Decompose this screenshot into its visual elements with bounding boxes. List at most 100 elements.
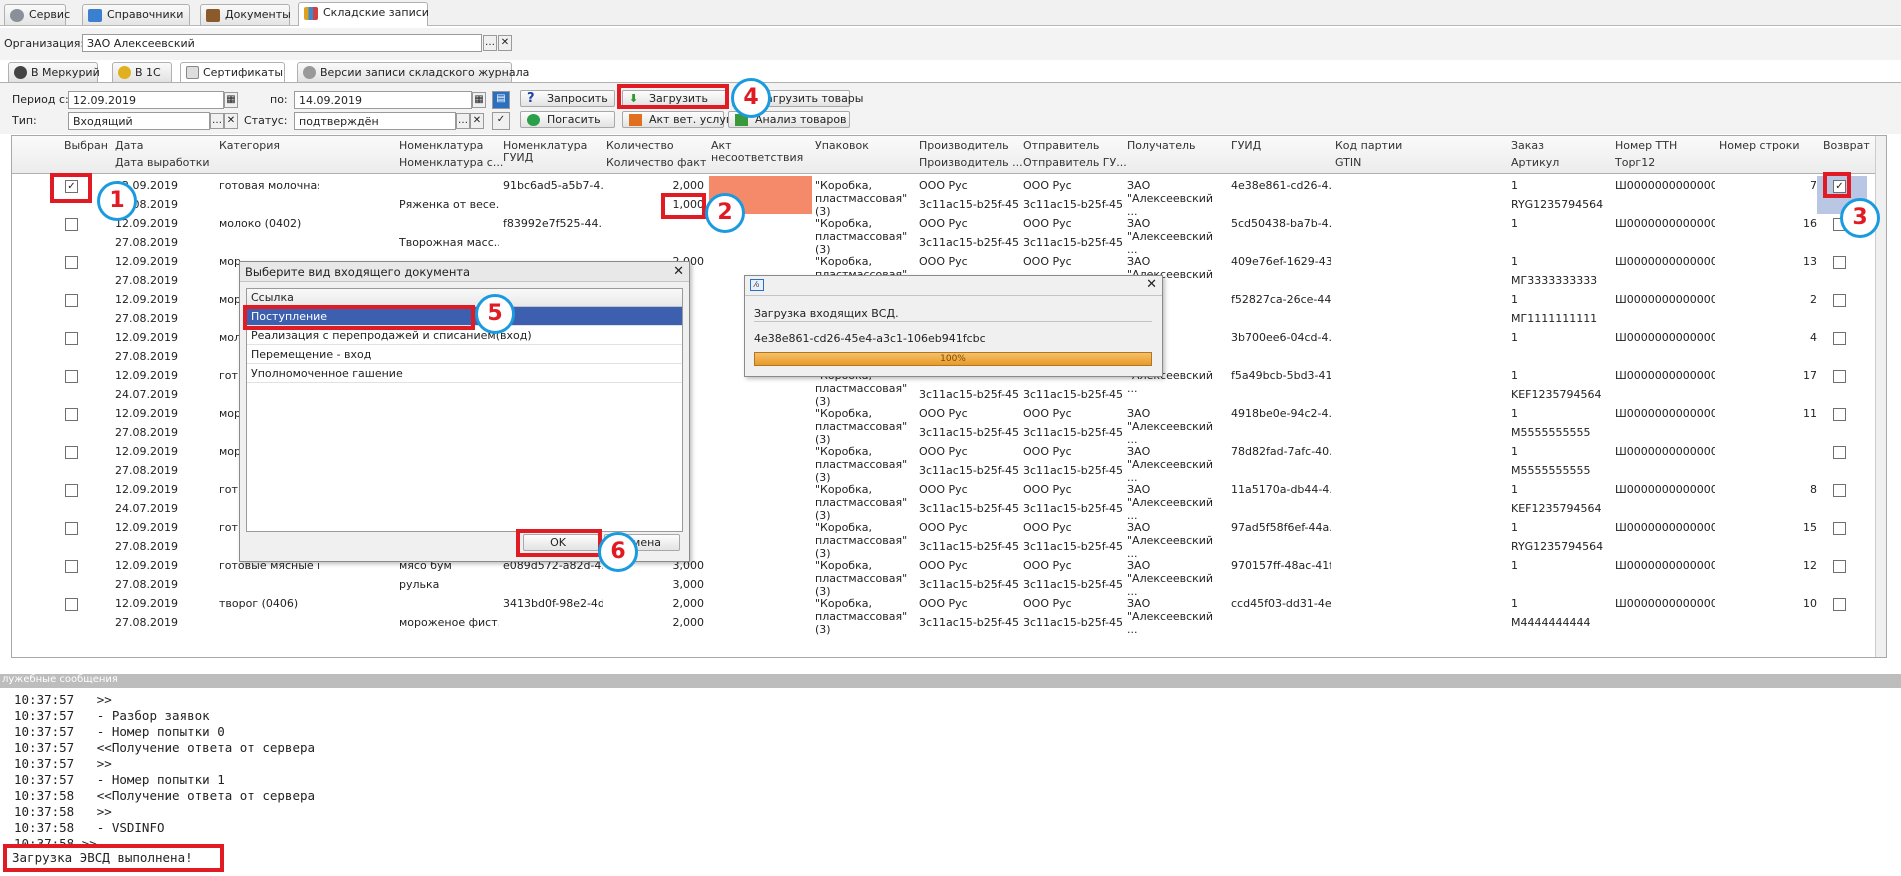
col-order[interactable]: Заказ (1511, 139, 1544, 152)
log-line: 10:37:57 - Номер попытки 0 (14, 724, 225, 739)
cell-sender: ООО Рус (1023, 217, 1072, 230)
col-sender-guid[interactable]: Отправитель ГУ... (1023, 156, 1127, 169)
status-field[interactable]: подтверждён (294, 112, 456, 130)
col-ttn[interactable]: Номер ТТН (1615, 139, 1677, 152)
status-check-button[interactable]: ✓ (492, 112, 510, 130)
col-prod-date[interactable]: Дата выработки (115, 156, 210, 169)
return-checkbox[interactable] (1833, 446, 1846, 459)
status-select-button[interactable]: … (456, 113, 470, 129)
tab-warehouse-records[interactable]: Складские записи (298, 2, 429, 26)
row-select-checkbox[interactable] (65, 598, 78, 611)
col-qty-fact[interactable]: Количество факт (606, 156, 706, 169)
col-selected[interactable]: Выбран (64, 139, 108, 152)
subtab-1c[interactable]: В 1С (112, 62, 172, 82)
cell-producer2: 3c11ac15-b25f-45... (919, 236, 1019, 249)
col-nom-guid-2[interactable]: ГУИД (503, 151, 533, 164)
table-row[interactable]: 12.09.2019 27.08.2019 молоко (0402) Творожн… (12, 214, 1877, 256)
col-qty[interactable]: Количество (606, 139, 674, 152)
type-clear-button[interactable]: ✕ (224, 113, 238, 129)
row-select-checkbox[interactable] (65, 408, 78, 421)
col-gtin[interactable]: GTIN (1335, 156, 1361, 169)
cell-category: молоко (0402) (219, 217, 302, 230)
col-pack[interactable]: Упаковок (815, 139, 869, 152)
col-producer[interactable]: Производитель (919, 139, 1009, 152)
col-line-no[interactable]: Номер строки (1719, 139, 1800, 152)
table-row[interactable]: 12.09.2019 27.08.2019 творог (0406) морожен… (12, 594, 1877, 636)
cell-producer: ООО Рус (919, 483, 968, 496)
cell-ttn: Ш00000000000000... (1615, 369, 1715, 382)
col-torg[interactable]: Торг12 (1615, 156, 1655, 169)
cell-producer2: 3c11ac15-b25f-45... (919, 388, 1019, 401)
period-from-field[interactable]: 12.09.2019 (68, 91, 224, 109)
log-line: 10:37:57 >> (14, 756, 112, 771)
cell-date: 12.09.2019 (115, 483, 178, 496)
row-select-checkbox[interactable] (65, 560, 78, 573)
return-checkbox[interactable] (1833, 370, 1846, 383)
return-checkbox[interactable] (1833, 332, 1846, 345)
cell-sender: ООО Рус (1023, 559, 1072, 572)
period-select-button[interactable]: ▤ (492, 91, 510, 109)
type-select-button[interactable]: … (210, 113, 224, 129)
col-return[interactable]: Возврат (1823, 139, 1870, 152)
cell-order: 1 (1511, 369, 1518, 382)
col-category[interactable]: Категория (219, 139, 280, 152)
cell-prod-date: 24.07.2019 (115, 388, 178, 401)
col-article[interactable]: Артикул (1511, 156, 1559, 169)
cell-article: M5555555555 (1511, 464, 1591, 477)
pay-off-button[interactable]: Погасить (520, 111, 615, 128)
cell-producer2: 3c11ac15-b25f-45... (919, 540, 1019, 553)
table-row[interactable]: ✓12.09.201927.08.2019готовая молочная пр… (12, 176, 1877, 218)
row-select-checkbox[interactable] (65, 218, 78, 231)
row-select-checkbox[interactable] (65, 370, 78, 383)
col-act-2[interactable]: несоответствия (711, 151, 803, 164)
vet-act-button[interactable]: Акт вет. услуг (622, 111, 732, 128)
return-checkbox[interactable] (1833, 408, 1846, 421)
progress-dialog: ⁄₀ ✕ Загрузка входящих ВСД. 4e38e861-cd2… (744, 275, 1163, 377)
tab-documents[interactable]: Документы (200, 4, 291, 25)
org-field[interactable]: ЗАО Алексеевский (82, 34, 482, 52)
doc-type-item[interactable]: Перемещение - вход (247, 345, 682, 364)
calendar-icon[interactable]: ▦ (472, 92, 486, 108)
tab-directories[interactable]: Справочники (82, 4, 190, 25)
cell-producer2: 3c11ac15-b25f-45... (919, 502, 1019, 515)
status-clear-button[interactable]: ✕ (470, 113, 484, 129)
col-producer-guid[interactable]: Производитель ... (919, 156, 1023, 169)
col-recipient[interactable]: Получатель (1127, 139, 1195, 152)
type-field[interactable]: Входящий (68, 112, 210, 130)
return-checkbox[interactable] (1833, 256, 1846, 269)
return-checkbox[interactable] (1833, 522, 1846, 535)
cell-article: МГ1111111111 (1511, 312, 1598, 325)
org-clear-button[interactable]: ✕ (498, 35, 512, 51)
doc-type-item[interactable]: Уполномоченное гашение (247, 364, 682, 383)
col-guid[interactable]: ГУИД (1231, 139, 1261, 152)
row-select-checkbox[interactable] (65, 332, 78, 345)
return-checkbox[interactable] (1833, 294, 1846, 307)
col-nomenclature[interactable]: Номенклатура (399, 139, 483, 152)
return-checkbox[interactable] (1833, 484, 1846, 497)
row-select-checkbox[interactable] (65, 522, 78, 535)
row-select-checkbox[interactable] (65, 256, 78, 269)
return-checkbox[interactable] (1833, 560, 1846, 573)
cell-nom-c: Творожная масс... (399, 236, 499, 249)
period-to-field[interactable]: 14.09.2019 (294, 91, 472, 109)
cell-prod-date: 27.08.2019 (115, 426, 178, 439)
return-checkbox[interactable] (1833, 598, 1846, 611)
org-select-button[interactable]: … (483, 35, 497, 51)
close-icon[interactable]: ✕ (1146, 277, 1157, 292)
subtab-certificates[interactable]: Сертификаты (180, 62, 285, 82)
request-button[interactable]: ? Запросить (520, 90, 615, 107)
cell-ttn: Ш00000000000000... (1615, 293, 1715, 306)
row-select-checkbox[interactable] (65, 446, 78, 459)
subtab-journal-versions[interactable]: Версии записи складского журнала (297, 62, 529, 82)
close-icon[interactable]: ✕ (673, 264, 684, 279)
calendar-icon[interactable]: ▦ (224, 92, 238, 108)
tab-service[interactable]: Сервис (4, 4, 70, 25)
row-select-checkbox[interactable] (65, 484, 78, 497)
col-batch[interactable]: Код партии (1335, 139, 1402, 152)
subtab-mercury[interactable]: В Меркурий (8, 62, 100, 82)
col-sender[interactable]: Отправитель (1023, 139, 1099, 152)
row-select-checkbox[interactable] (65, 294, 78, 307)
col-date[interactable]: Дата (115, 139, 143, 152)
progress-message: Загрузка входящих ВСД. (754, 307, 899, 320)
col-nomenclature-c[interactable]: Номенклатура с... (399, 156, 503, 169)
